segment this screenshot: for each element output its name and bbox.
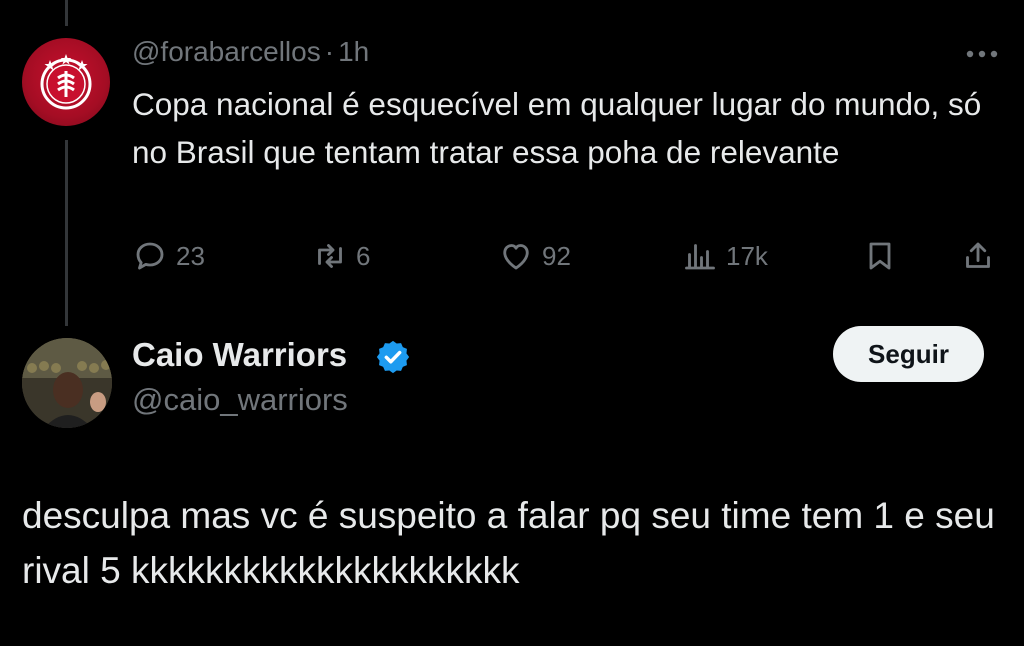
club-crest-icon — [40, 54, 92, 110]
views-button[interactable]: 17k — [682, 238, 768, 274]
meta-separator: · — [324, 36, 335, 67]
bookmark-icon — [869, 242, 891, 270]
author-handle[interactable]: @forabarcellos — [132, 36, 321, 67]
author-name[interactable]: Caio Warriors — [132, 336, 347, 374]
bookmark-button[interactable] — [862, 238, 898, 274]
reply-count: 23 — [176, 240, 205, 271]
share-button[interactable] — [960, 238, 996, 274]
thread-line-bottom — [65, 140, 68, 326]
views-count: 17k — [726, 240, 768, 271]
tweet-time[interactable]: 1h — [338, 36, 369, 67]
avatar-caio-warriors[interactable] — [22, 338, 112, 428]
like-icon — [503, 244, 529, 270]
tweet-text: Copa nacional é esquecível em qualquer l… — [132, 86, 982, 170]
reply-text: desculpa mas vc é suspeito a falar pq se… — [22, 495, 995, 591]
tweet-meta: @forabarcellos · 1h — [132, 36, 369, 68]
retweet-count: 6 — [356, 240, 371, 271]
reply-button[interactable]: 23 — [132, 238, 205, 274]
like-button[interactable]: 92 — [498, 238, 571, 274]
reply-icon — [136, 242, 164, 270]
retweet-icon — [318, 244, 342, 268]
tweet-actions: 23 6 92 17k — [0, 238, 1024, 282]
like-count: 92 — [542, 240, 571, 271]
profile-photo — [22, 338, 112, 428]
retweet-button[interactable]: 6 — [312, 238, 370, 274]
views-icon — [685, 244, 715, 270]
author-handle-reply[interactable]: @caio_warriors — [132, 382, 348, 418]
share-icon — [966, 242, 990, 268]
avatar-forabarcellos[interactable] — [22, 38, 110, 126]
verified-icon — [374, 338, 412, 376]
more-icon[interactable] — [962, 42, 1002, 66]
follow-button[interactable]: Seguir — [833, 326, 984, 382]
thread-line-top — [65, 0, 68, 26]
